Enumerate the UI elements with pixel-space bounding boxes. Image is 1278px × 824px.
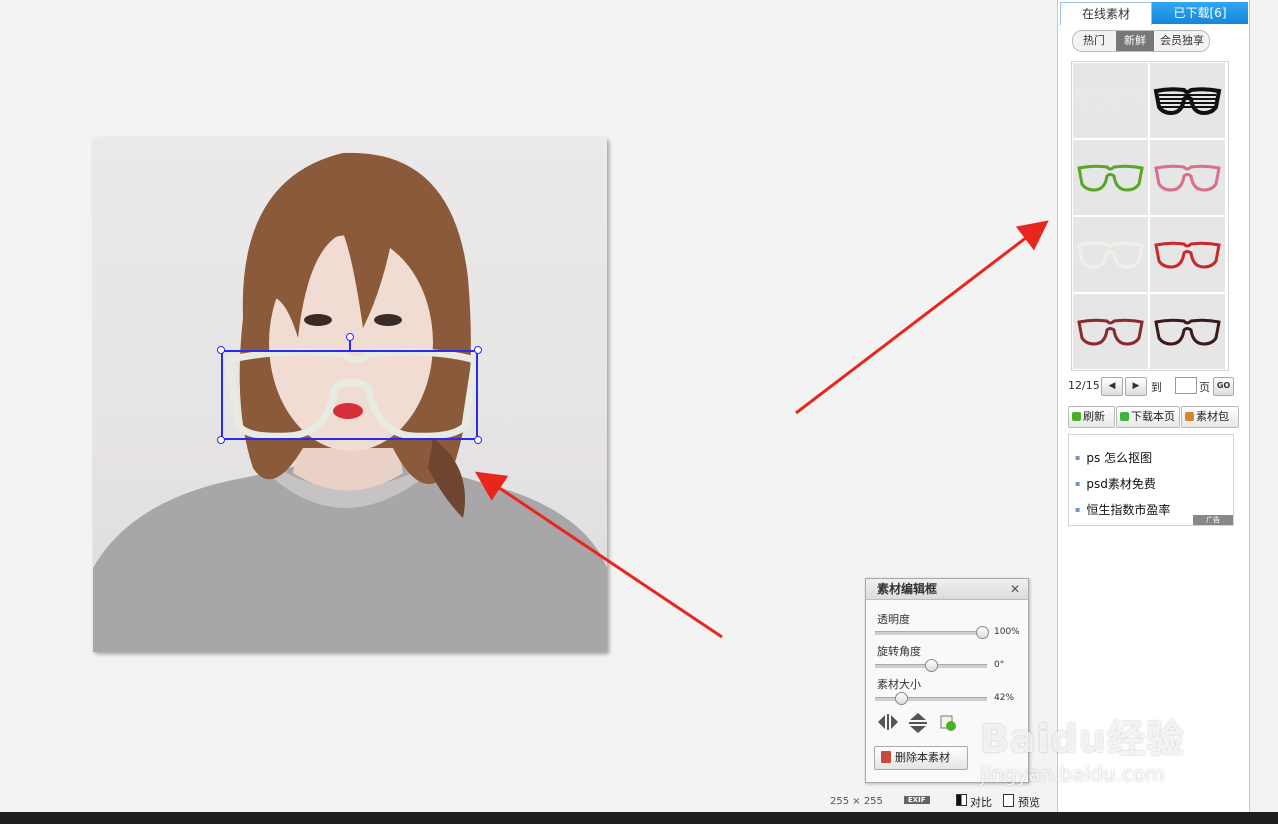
bottom-bar <box>0 812 1278 824</box>
ad-links-box: ps 怎么抠图 psd素材免费 恒生指数市盈率 广告 <box>1068 434 1234 526</box>
glasses-pink-icon <box>1154 164 1221 192</box>
delete-material-button[interactable]: 删除本素材 <box>874 746 968 770</box>
preview-icon <box>1003 794 1014 807</box>
glasses-green-icon <box>1077 164 1144 192</box>
tab-downloaded[interactable]: 已下载[6] <box>1152 2 1248 24</box>
image-size: 255 × 255 <box>830 796 883 807</box>
status-bar: 255 × 255 EXIF 对比 预览 <box>830 794 1060 810</box>
size-slider-track[interactable] <box>875 697 987 701</box>
close-icon[interactable]: ✕ <box>1010 579 1020 599</box>
goto-label: 到 <box>1151 381 1162 394</box>
material-pack-button[interactable]: 素材包 <box>1181 406 1239 428</box>
rotation-slider-knob[interactable] <box>925 659 938 672</box>
panel-tabs: 在线素材 已下载[6] <box>1058 2 1249 25</box>
material-thumbnail[interactable] <box>1073 140 1148 215</box>
flip-horizontal-icon[interactable] <box>876 712 900 732</box>
material-pack-label: 素材包 <box>1196 410 1229 423</box>
glasses-white-icon <box>1077 241 1144 269</box>
page-indicator: 12/15 <box>1068 379 1100 392</box>
download-icon <box>1120 412 1129 421</box>
exif-badge[interactable]: EXIF <box>904 796 930 804</box>
material-thumbnail[interactable] <box>1073 217 1148 292</box>
glasses-dark-brown-icon <box>1154 318 1221 346</box>
baidu-watermark: Baidu经验 <box>980 717 1185 761</box>
ad-link[interactable]: ps 怎么抠图 <box>1075 449 1152 466</box>
refresh-label: 刷新 <box>1083 410 1105 423</box>
shutter-glasses-white-icon <box>1076 87 1145 116</box>
prev-page-button[interactable]: ◀ <box>1101 377 1123 396</box>
refresh-button[interactable]: 刷新 <box>1068 406 1115 428</box>
resize-handle-top-right[interactable] <box>474 346 482 354</box>
filter-bar: 热门 新鲜 会员独享 <box>1072 30 1210 52</box>
opacity-slider-knob[interactable] <box>976 626 989 639</box>
package-icon <box>1185 412 1194 421</box>
edit-box-title: 素材编辑框 <box>877 582 938 596</box>
arrow-to-panel <box>795 220 1049 415</box>
go-button[interactable]: GO <box>1213 377 1234 396</box>
download-page-button[interactable]: 下载本页 <box>1116 406 1180 428</box>
flip-vertical-icon[interactable] <box>907 712 929 734</box>
material-thumbnail[interactable] <box>1150 63 1225 138</box>
filter-hot[interactable]: 热门 <box>1073 31 1115 51</box>
baidu-watermark-url: jingyan.baidu.com <box>980 762 1165 786</box>
ad-badge[interactable]: 广告 <box>1193 515 1233 525</box>
materials-panel: 在线素材 已下载[6] 热门 新鲜 会员独享 12/15 ◀ ▶ 到 页 GO … <box>1057 0 1250 812</box>
opacity-value: 100% <box>994 627 1020 637</box>
material-thumbnail[interactable] <box>1150 294 1225 369</box>
resize-handle-bottom-right[interactable] <box>474 436 482 444</box>
preview-button[interactable]: 预览 <box>1018 794 1040 810</box>
material-thumbnail[interactable] <box>1150 217 1225 292</box>
tab-online-materials[interactable]: 在线素材 <box>1060 2 1152 25</box>
page-label: 页 <box>1199 381 1210 394</box>
rotate-handle-stem <box>349 340 351 350</box>
rotation-label: 旋转角度 <box>877 645 921 658</box>
shutter-glasses-black-icon <box>1153 87 1222 116</box>
copy-layer-icon[interactable] <box>939 714 957 732</box>
ad-link[interactable]: 恒生指数市盈率 <box>1075 501 1170 518</box>
edit-box-header[interactable]: 素材编辑框 ✕ <box>866 579 1028 600</box>
pager: 12/15 ◀ ▶ 到 页 GO <box>1068 377 1248 397</box>
delete-material-label: 删除本素材 <box>895 751 950 764</box>
compare-icon <box>956 794 967 806</box>
filter-new[interactable]: 新鲜 <box>1116 31 1154 51</box>
compare-button[interactable]: 对比 <box>970 794 992 810</box>
filter-vip[interactable]: 会员独享 <box>1155 31 1209 51</box>
rotation-value: 0° <box>994 660 1005 670</box>
glasses-burgundy-icon <box>1077 318 1144 346</box>
refresh-icon <box>1072 412 1081 421</box>
sticker-selection-box[interactable] <box>221 350 478 440</box>
opacity-label: 透明度 <box>877 613 910 626</box>
material-thumbnail[interactable] <box>1073 63 1148 138</box>
resize-handle-bottom-left[interactable] <box>217 436 225 444</box>
opacity-slider-track[interactable] <box>875 631 987 635</box>
rotate-handle[interactable] <box>346 333 354 341</box>
material-thumbnail[interactable] <box>1150 140 1225 215</box>
resize-handle-top-left[interactable] <box>217 346 225 354</box>
trash-icon <box>881 751 891 763</box>
ad-link[interactable]: psd素材免费 <box>1075 475 1156 492</box>
material-thumbnail[interactable] <box>1073 294 1148 369</box>
size-slider-knob[interactable] <box>895 692 908 705</box>
panel-actions: 刷新 下载本页 素材包 <box>1068 406 1240 428</box>
glasses-red-icon <box>1154 241 1221 269</box>
next-page-button[interactable]: ▶ <box>1125 377 1147 396</box>
size-value: 42% <box>994 693 1015 703</box>
materials-grid <box>1071 61 1229 371</box>
page-number-input[interactable] <box>1175 377 1197 394</box>
download-page-label: 下载本页 <box>1131 410 1175 423</box>
size-label: 素材大小 <box>877 678 921 691</box>
